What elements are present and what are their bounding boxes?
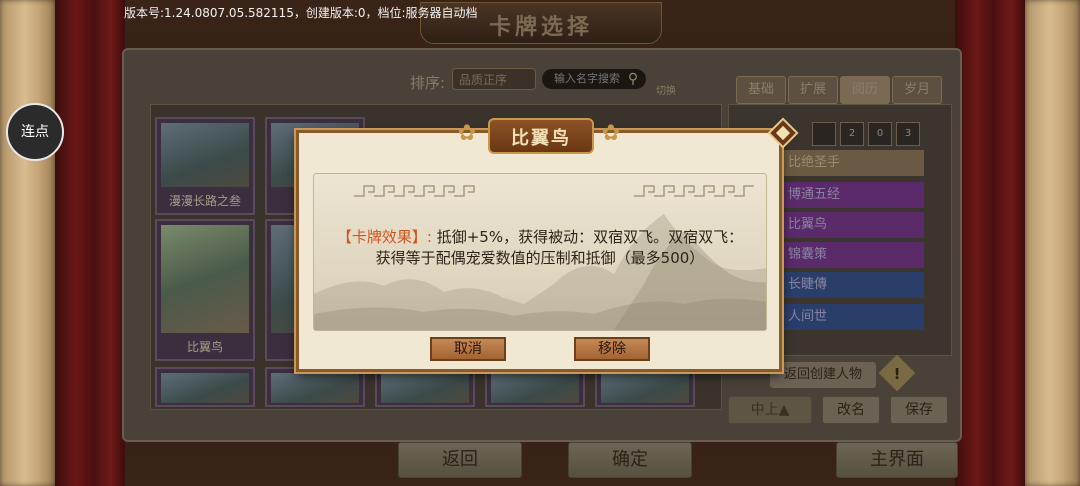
dragon-ornament-icon: ✿ (457, 121, 477, 146)
card-item[interactable]: 比翼鸟 (155, 219, 255, 361)
save-button[interactable]: 保存 (890, 396, 948, 424)
meander-border (354, 185, 754, 197)
list-item[interactable]: 长睫傳 (778, 272, 924, 298)
dragon-ornament-icon: ✿ (601, 121, 621, 146)
left-pillar (0, 0, 55, 486)
card-art (161, 225, 249, 333)
card-caption: 漫漫长路之叁 (168, 194, 241, 208)
tab-years[interactable]: 岁月 (892, 76, 942, 104)
main-menu-button[interactable]: 主界面 (836, 442, 958, 478)
list-item[interactable]: 人间世 (778, 304, 924, 330)
card-art (161, 373, 249, 403)
card-item[interactable] (595, 367, 695, 407)
list-item[interactable]: 锦囊策 (778, 242, 924, 268)
filter-slot[interactable]: 2 (840, 122, 864, 146)
card-effect-text: 【卡牌效果】: 抵御+5%，获得被动：双宿双飞。双宿双飞： (320, 226, 760, 247)
tab-experience[interactable]: 阅历 (840, 76, 890, 104)
tier-select[interactable]: 中上▲ (728, 396, 812, 424)
dialog-title: 比翼鸟 (511, 128, 571, 149)
card-art (381, 373, 469, 403)
search-icon[interactable]: ⚲ (624, 70, 642, 88)
warning-mark: ! (893, 365, 901, 383)
right-curtain (955, 0, 1025, 486)
cancel-button[interactable]: 取消 (430, 337, 506, 361)
card-effect-desc: 抵御+5%，获得被动：双宿双飞。双宿双飞： (431, 228, 744, 246)
card-art (491, 373, 579, 403)
card-effect-label: 【卡牌效果】: (336, 228, 432, 246)
right-pillar (1025, 0, 1080, 486)
card-caption: 比翼鸟 (186, 340, 223, 354)
switch-label: 切换 (656, 86, 676, 97)
auto-click-button[interactable]: 连点 (6, 103, 64, 161)
card-item[interactable] (485, 367, 585, 407)
card-item[interactable]: 漫漫长路之叁 (155, 117, 255, 215)
filter-slot[interactable]: 0 (868, 122, 892, 146)
card-effect-text-line2: 获得等于配偶宠爱数值的压制和抵御（最多500） (375, 249, 705, 267)
card-art (271, 373, 359, 403)
remove-button[interactable]: 移除 (574, 337, 650, 361)
sort-select[interactable]: 品质正序 (452, 68, 536, 90)
rename-button[interactable]: 改名 (822, 396, 880, 424)
back-button[interactable]: 返回 (398, 442, 522, 478)
list-item[interactable]: 博通五经 (778, 182, 924, 208)
version-text: 版本号:1.24.0807.05.582115，创建版本:0，档位:服务器自动档 (124, 6, 478, 20)
filter-slot[interactable]: 3 (896, 122, 920, 146)
list-item[interactable]: 比翼鸟 (778, 212, 924, 238)
return-create-button[interactable]: 返回创建人物 (770, 362, 876, 388)
card-item[interactable] (375, 367, 475, 407)
card-art (161, 123, 249, 187)
card-item[interactable] (265, 367, 365, 407)
tab-extend[interactable]: 扩展 (788, 76, 838, 104)
tab-basic[interactable]: 基础 (736, 76, 786, 104)
switch-button[interactable]: 切换 (653, 66, 679, 97)
card-art (601, 373, 689, 403)
confirm-button[interactable]: 确定 (568, 442, 692, 478)
left-curtain (55, 0, 125, 486)
sort-label: 排序: (410, 74, 446, 92)
close-icon[interactable] (766, 116, 800, 150)
filter-slot[interactable] (812, 122, 836, 146)
list-item[interactable]: 比绝圣手 (778, 150, 924, 176)
card-item[interactable] (155, 367, 255, 407)
